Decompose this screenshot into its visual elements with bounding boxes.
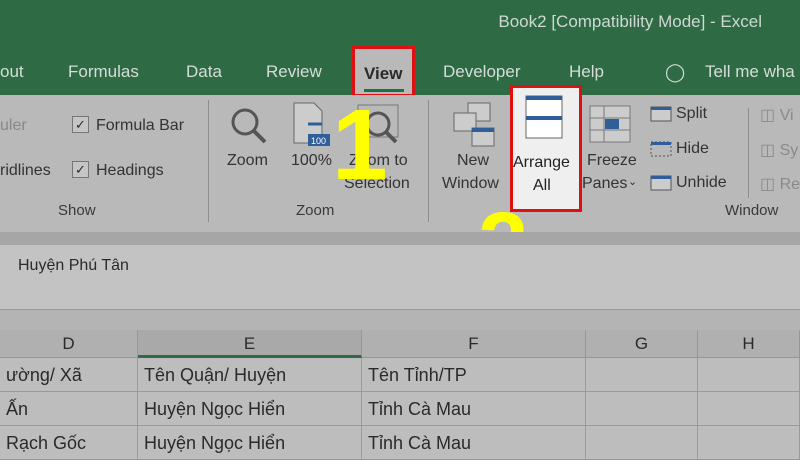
reset-window-position-button[interactable]: ◫ Re — [760, 174, 800, 194]
tab-developer[interactable]: Developer — [443, 62, 521, 82]
hide-label: Hide — [676, 140, 709, 157]
synchronous-scrolling-button[interactable]: ◫ Sy — [760, 140, 798, 160]
tab-view-label: View — [364, 64, 403, 83]
tab-layout[interactable]: out — [0, 62, 24, 82]
zoom-label: Zoom — [227, 152, 268, 169]
window-label: Window — [442, 175, 499, 192]
ribbon-bottom-border — [0, 232, 800, 245]
tell-me-search[interactable]: Tell me wha — [705, 62, 795, 82]
cell[interactable]: Tên Tỉnh/TP — [362, 358, 586, 392]
synchronous-scrolling-label: Sy — [779, 142, 799, 159]
cell[interactable]: Ấn — [0, 392, 138, 426]
freeze-label: Freeze — [587, 152, 637, 169]
new-window-button[interactable]: New Window — [442, 100, 508, 200]
arrange-all-icon — [525, 95, 563, 139]
annotation-step-1: 1 — [332, 89, 388, 201]
cell[interactable] — [586, 392, 698, 426]
formula-bar-label: Formula Bar — [96, 117, 185, 134]
divider — [748, 108, 749, 198]
hide-button[interactable]: Hide — [650, 139, 740, 161]
freeze-panes-button[interactable]: Freeze Panes ⌄ — [582, 100, 642, 200]
view-side-by-side-button[interactable]: ◫ Vi — [760, 105, 794, 125]
split-button[interactable]: Split — [650, 104, 740, 126]
cell[interactable]: Tỉnh Cà Mau — [362, 426, 586, 460]
column-header-d[interactable]: D — [0, 330, 138, 358]
reset-window-label: Re — [779, 176, 800, 193]
divider — [428, 100, 429, 222]
cell[interactable] — [586, 358, 698, 392]
formula-bar-checkbox[interactable]: ✓ — [72, 116, 89, 133]
lightbulb-icon: ◯ — [665, 62, 686, 82]
zoom-100-icon: 100 — [293, 102, 330, 146]
arrange-label: Arrange — [513, 154, 570, 171]
split-icon — [650, 106, 672, 122]
new-window-icon — [453, 102, 495, 147]
new-label: New — [457, 152, 490, 169]
zoom-100-button[interactable]: 100 100% — [288, 100, 338, 182]
hide-icon — [650, 141, 672, 157]
column-header-e[interactable]: E — [138, 330, 362, 358]
headings-label: Headings — [96, 162, 164, 179]
cell[interactable]: Tỉnh Cà Mau — [362, 392, 586, 426]
unhide-icon — [650, 175, 672, 191]
all-label: All — [533, 177, 551, 194]
cell[interactable] — [586, 426, 698, 460]
tab-review[interactable]: Review — [266, 62, 322, 82]
column-header-f[interactable]: F — [362, 330, 586, 358]
cell[interactable]: Huyện Ngọc Hiển — [138, 392, 362, 426]
cell[interactable] — [698, 426, 800, 460]
zoom-button[interactable]: Zoom — [225, 102, 279, 182]
tab-data[interactable]: Data — [186, 62, 222, 82]
cell[interactable]: Rạch Gốc — [0, 426, 138, 460]
cell[interactable] — [698, 392, 800, 426]
headings-checkbox[interactable]: ✓ — [72, 161, 89, 178]
group-show-label: Show — [58, 202, 96, 219]
formula-value: Huyện Phú Tân — [18, 257, 129, 274]
freeze-panes-icon — [589, 105, 631, 143]
column-header-g[interactable]: G — [586, 330, 698, 358]
cell[interactable]: ường/ Xã — [0, 358, 138, 392]
cell[interactable]: Huyện Ngọc Hiển — [138, 426, 362, 460]
ruler-label[interactable]: uler — [0, 117, 27, 135]
tab-help[interactable]: Help — [569, 62, 604, 82]
zoom-100-badge: 100 — [311, 136, 326, 146]
magnifier-icon — [231, 108, 267, 144]
panes-label: Panes — [582, 175, 628, 192]
gridlines-label[interactable]: ridlines — [0, 162, 51, 180]
chevron-down-icon: ⌄ — [628, 176, 638, 188]
divider — [208, 100, 209, 222]
formula-bar-border — [0, 310, 800, 330]
cell[interactable]: Tên Quận/ Huyện — [138, 358, 362, 392]
column-header-h[interactable]: H — [698, 330, 800, 358]
unhide-label: Unhide — [676, 174, 727, 191]
arrange-all-button[interactable]: Arrange All — [510, 85, 582, 212]
formula-bar-input[interactable]: Huyện Phú Tân — [0, 245, 800, 310]
zoom-100-label: 100% — [291, 152, 332, 169]
view-side-by-side-label: Vi — [779, 107, 794, 124]
group-zoom-label: Zoom — [296, 202, 335, 219]
split-label: Split — [676, 105, 708, 122]
window-title: Book2 [Compatibility Mode] - Excel — [498, 12, 762, 31]
tab-formulas[interactable]: Formulas — [68, 62, 139, 82]
cell[interactable] — [698, 358, 800, 392]
group-window-label: Window — [725, 202, 779, 219]
unhide-button[interactable]: Unhide — [650, 173, 740, 195]
title-bar: Book2 [Compatibility Mode] - Excel — [0, 0, 800, 45]
